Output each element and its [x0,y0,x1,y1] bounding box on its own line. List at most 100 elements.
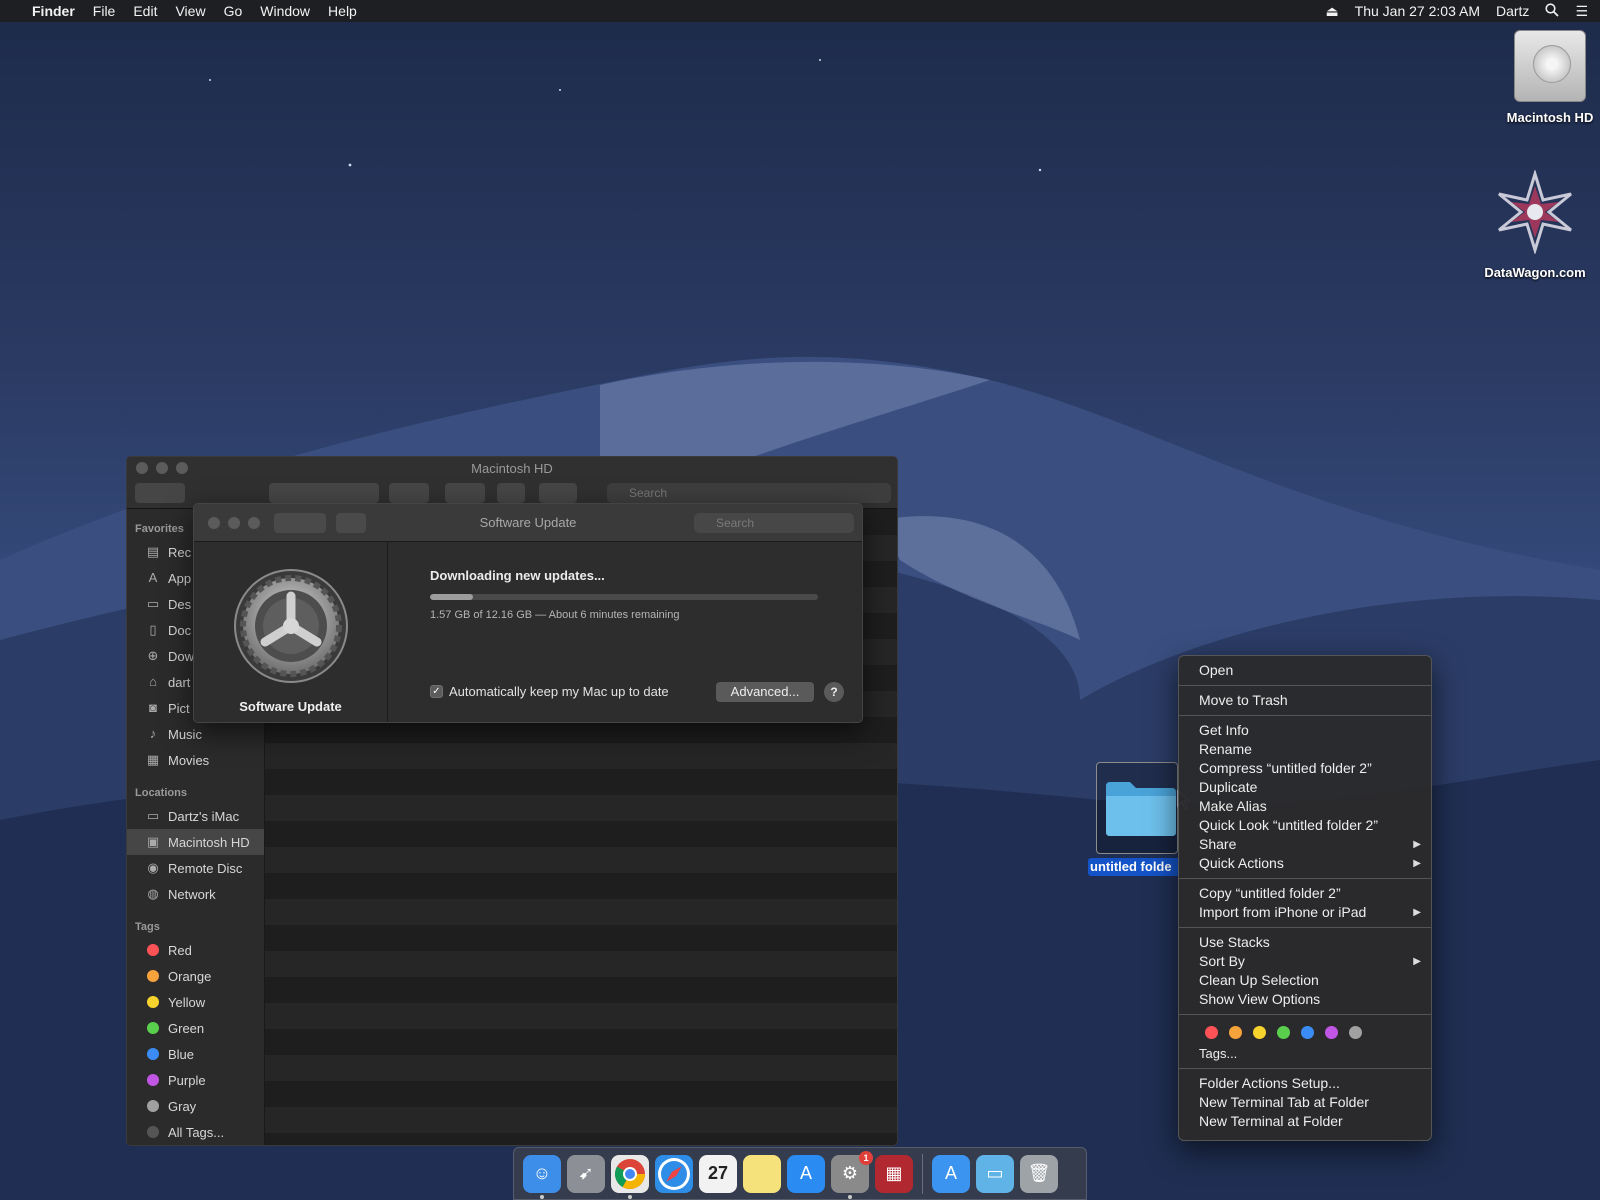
dock-separator [922,1153,923,1194]
sidebar-item-network[interactable]: ◍ Network [127,881,264,907]
tags-button[interactable] [539,483,577,503]
chrome-icon[interactable] [611,1154,649,1199]
calendar-date: 27 [707,1163,729,1183]
menu-item-label: Share [1199,836,1237,852]
action-gear-button[interactable] [445,483,485,503]
tag-color-blue[interactable] [1301,1025,1314,1039]
sidebar-tag-green[interactable]: Green [127,1015,264,1041]
app-store-downloads-icon[interactable]: A [932,1154,970,1193]
sidebar-tag-yellow[interactable]: Yellow [127,989,264,1015]
tag-color-gray[interactable] [1349,1025,1362,1039]
menu-item-quick-look[interactable]: Quick Look “untitled folder 2” [1179,816,1431,835]
menu-item-rename[interactable]: Rename [1179,740,1431,759]
sidebar-item-label: Movies [168,752,210,768]
sidebar-tag-blue[interactable]: Blue [127,1041,264,1067]
sidebar-item-label: Rec [168,544,192,560]
menu-item-duplicate[interactable]: Duplicate [1179,778,1431,797]
trash-icon[interactable]: 🗑 [1020,1154,1058,1193]
menu-help[interactable]: Help [328,3,357,19]
menu-item-get-info[interactable]: Get Info [1179,721,1431,740]
menu-item-use-stacks[interactable]: Use Stacks [1179,933,1431,952]
desktop-icon-datawagon[interactable]: DataWagon.com [1475,168,1595,280]
menu-item-new-terminal-tab[interactable]: New Terminal Tab at Folder [1179,1093,1431,1112]
menu-item-label: Sort By [1199,953,1245,969]
menu-item-move-to-trash[interactable]: Move to Trash [1179,691,1431,710]
menu-item-clean-up-selection[interactable]: Clean Up Selection [1179,971,1431,990]
menu-user[interactable]: Dartz [1496,3,1529,19]
menu-item-folder-actions-setup[interactable]: Folder Actions Setup... [1179,1074,1431,1093]
sidebar-tag-orange[interactable]: Orange [127,963,264,989]
tag-color-purple[interactable] [1325,1025,1338,1039]
eject-icon[interactable]: ⏏ [1325,3,1338,20]
calendar-icon[interactable]: 27 [699,1154,737,1193]
menu-item-compress[interactable]: Compress “untitled folder 2” [1179,759,1431,778]
auto-update-option[interactable]: ✓ Automatically keep my Mac up to date [430,684,669,699]
finder-icon[interactable]: ☺ [523,1154,561,1199]
music-icon: ♪ [149,726,157,741]
folder-icon[interactable] [1104,776,1178,838]
photo-booth-icon[interactable]: ▦ [875,1154,913,1193]
finder-search-input[interactable]: Search [607,483,891,503]
sidebar-item-movies[interactable]: ▦ Movies [127,747,264,773]
launchpad-icon[interactable]: ➹ [567,1154,605,1193]
menu-item-show-view-options[interactable]: Show View Options [1179,990,1431,1009]
group-by-button[interactable] [389,483,429,503]
view-mode-buttons[interactable] [269,483,379,503]
desktop-icon-macintosh-hd[interactable]: Macintosh HD [1500,30,1600,125]
documents-icon: ▯ [149,622,157,637]
notes-icon[interactable] [743,1154,781,1193]
menu-item-copy[interactable]: Copy “untitled folder 2” [1179,884,1431,903]
sidebar-item-remote-disc[interactable]: ◉ Remote Disc [127,855,264,881]
tag-color-yellow[interactable] [1253,1025,1266,1039]
tag-color-red[interactable] [1205,1025,1218,1039]
sidebar-tag-gray[interactable]: Gray [127,1093,264,1119]
menu-file[interactable]: File [93,3,116,19]
auto-update-checkbox[interactable]: ✓ [430,685,443,698]
tag-color-orange[interactable] [1229,1025,1242,1039]
sidebar-item-imac[interactable]: ▭ Dartz's iMac [127,803,264,829]
menu-item-share[interactable]: Share ▶ [1179,835,1431,854]
back-forward-buttons[interactable] [135,483,185,503]
sidebar-item-macintosh-hd[interactable]: ▣ Macintosh HD [127,829,264,855]
menu-item-import-from-iphone[interactable]: Import from iPhone or iPad ▶ [1179,903,1431,922]
share-button[interactable] [497,483,525,503]
menu-item-new-terminal[interactable]: New Terminal at Folder [1179,1112,1431,1131]
menu-go[interactable]: Go [224,3,243,19]
menu-item-make-alias[interactable]: Make Alias [1179,797,1431,816]
downloads-folder-icon[interactable]: ▭ [976,1154,1014,1193]
sidebar-item-label: Remote Disc [168,860,243,876]
imac-icon: ▭ [146,808,160,823]
menu-item-tags[interactable]: Tags... [1179,1044,1431,1063]
hard-drive-icon [1514,30,1586,102]
menu-item-open[interactable]: Open [1179,661,1431,680]
system-preferences-icon[interactable]: ⚙ 1 [831,1150,873,1199]
preferences-search-input[interactable]: Search [694,513,854,533]
sidebar-item-music[interactable]: ♪ Music [127,721,264,747]
sidebar-tag-red[interactable]: Red [127,937,264,963]
app-store-icon[interactable]: A [787,1154,825,1193]
tag-color-green[interactable] [1277,1025,1290,1039]
update-status-text: Downloading new updates... [430,568,605,583]
menu-window[interactable]: Window [260,3,310,19]
tag-color-dot [147,996,159,1008]
safari-icon[interactable] [655,1154,693,1193]
menu-clock[interactable]: Thu Jan 27 2:03 AM [1355,3,1480,19]
advanced-button[interactable]: Advanced... [716,682,814,702]
software-update-window: Software Update Search Software Update D… [193,503,863,723]
finder-titlebar: Macintosh HD Search [127,457,897,509]
desktop-folder-label[interactable]: untitled folde [1088,858,1180,876]
sidebar-tag-purple[interactable]: Purple [127,1067,264,1093]
tag-color-dot [147,1022,159,1034]
sidebar-tag-all[interactable]: All Tags... [127,1119,264,1145]
menu-item-sort-by[interactable]: Sort By ▶ [1179,952,1431,971]
help-button[interactable]: ? [824,682,844,702]
spotlight-search-icon[interactable] [1545,2,1560,20]
auto-update-label: Automatically keep my Mac up to date [449,684,669,699]
menu-view[interactable]: View [175,3,205,19]
menu-item-label: Quick Actions [1199,855,1284,871]
menu-item-quick-actions[interactable]: Quick Actions ▶ [1179,854,1431,873]
notification-center-icon[interactable]: ☰ [1575,3,1588,20]
menu-edit[interactable]: Edit [133,3,157,19]
menu-app-name[interactable]: Finder [32,3,75,19]
menu-item-label: Import from iPhone or iPad [1199,904,1367,920]
